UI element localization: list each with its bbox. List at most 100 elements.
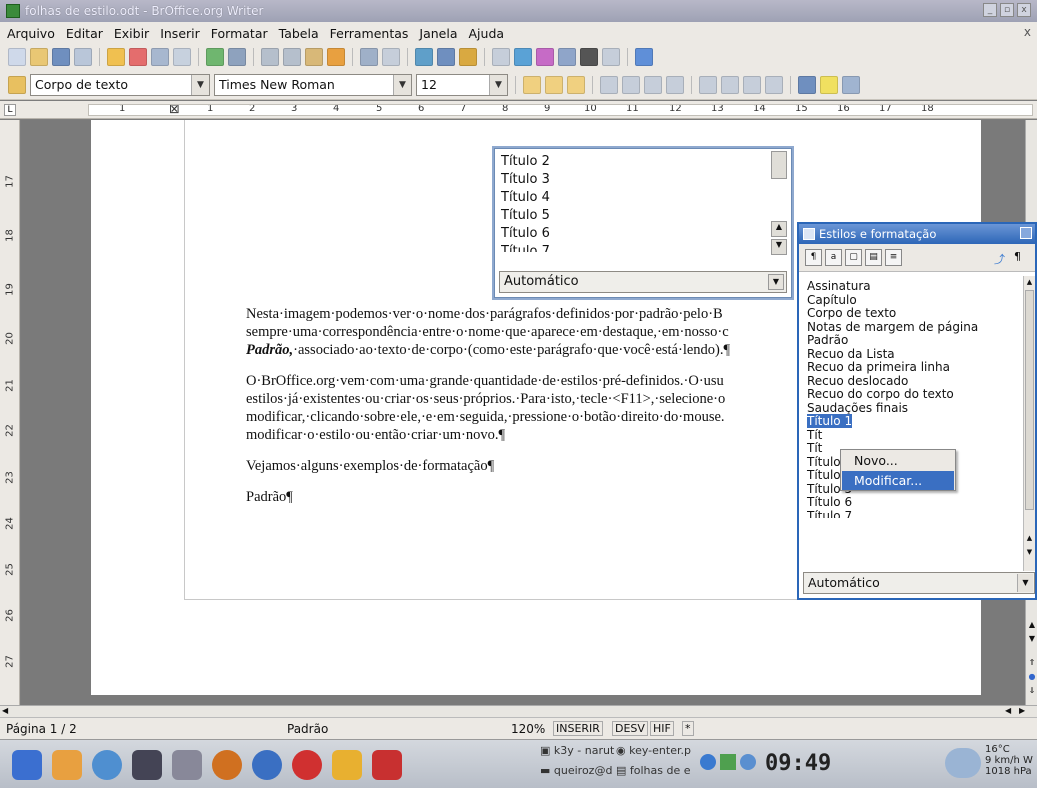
export-pdf-icon[interactable]: [129, 48, 147, 66]
email-icon[interactable]: [74, 48, 92, 66]
chevron-down-icon[interactable]: ▼: [393, 74, 411, 95]
browser-icon[interactable]: [92, 750, 122, 780]
menu-arquivo[interactable]: Arquivo: [4, 26, 63, 41]
paragraph-1-line-1[interactable]: Nesta·imagem·podemos·ver·o·nome·dos·pará…: [246, 305, 723, 323]
paragraph-1-line-2[interactable]: sempre·uma·correspondência·entre·o·nome·…: [246, 323, 729, 341]
scroll-right-icon[interactable]: ▶: [1019, 706, 1029, 715]
office-icon[interactable]: [372, 750, 402, 780]
background-color-icon[interactable]: [842, 75, 860, 94]
chevron-down-icon[interactable]: ▼: [489, 74, 507, 95]
scroll-up-icon[interactable]: ▲: [1024, 534, 1035, 544]
menu-ajuda[interactable]: Ajuda: [466, 26, 513, 41]
edit-file-icon[interactable]: [107, 48, 125, 66]
previous-page-icon[interactable]: ⇑: [1027, 658, 1037, 670]
scroll-left-icon[interactable]: ◀: [2, 706, 12, 715]
font-name-combo[interactable]: Times New Roman ▼: [214, 73, 412, 96]
navigation-icon[interactable]: ●: [1027, 672, 1037, 684]
home-icon[interactable]: [52, 750, 82, 780]
font-size-combo[interactable]: 12 ▼: [416, 73, 508, 96]
weather-widget[interactable]: 16°C 9 km/h W 1018 hPa: [985, 744, 1033, 777]
style-item-selected[interactable]: Título 1: [807, 414, 978, 429]
next-page-icon[interactable]: ⇓: [1027, 686, 1037, 698]
open-icon[interactable]: [30, 48, 48, 66]
menu-janela[interactable]: Janela: [416, 26, 465, 41]
selection-mode-indicator[interactable]: DESV: [612, 721, 648, 736]
close-panel-button[interactable]: [1020, 227, 1032, 239]
paragraph-4[interactable]: Padrão¶: [246, 488, 293, 506]
cut-icon[interactable]: [261, 48, 279, 66]
align-right-icon[interactable]: [644, 75, 662, 94]
save-icon[interactable]: [52, 48, 70, 66]
spellcheck-icon[interactable]: [206, 48, 224, 66]
style-item[interactable]: Padrão: [807, 333, 978, 348]
scroll-thumb[interactable]: [1025, 290, 1034, 510]
firefox-icon[interactable]: [212, 750, 242, 780]
menu-item-modificar[interactable]: Modificar...: [842, 471, 954, 490]
chat-icon[interactable]: [252, 750, 282, 780]
task-item[interactable]: ▬ queiroz@d: [540, 764, 612, 777]
styles-list-scrollbar[interactable]: ▲ ▲ ▼: [1023, 276, 1035, 571]
style-item[interactable]: Recuo da Lista: [807, 347, 978, 362]
list-styles-icon[interactable]: ≡: [885, 249, 902, 266]
character-styles-icon[interactable]: a: [825, 249, 842, 266]
menu-editar[interactable]: Editar: [63, 26, 111, 41]
task-item[interactable]: ▣ k3y - narut: [540, 744, 614, 757]
update-tray-icon[interactable]: [740, 754, 756, 770]
underline-icon[interactable]: [567, 75, 585, 94]
menu-formatar[interactable]: Formatar: [208, 26, 276, 41]
navigator-icon[interactable]: [514, 48, 532, 66]
scroll-down-icon[interactable]: ▼: [1024, 548, 1035, 558]
paragraph-styles-icon[interactable]: ¶: [805, 249, 822, 266]
hyperlink-mode-indicator[interactable]: HIF: [650, 721, 674, 736]
print-icon[interactable]: [151, 48, 169, 66]
menu-inserir[interactable]: Inserir: [157, 26, 208, 41]
zoom-icon[interactable]: [602, 48, 620, 66]
bold-icon[interactable]: [523, 75, 541, 94]
data-sources-icon[interactable]: [558, 48, 576, 66]
close-document-button[interactable]: x: [1024, 25, 1031, 39]
align-left-icon[interactable]: [600, 75, 618, 94]
gallery-icon[interactable]: [536, 48, 554, 66]
undo-icon[interactable]: [360, 48, 378, 66]
minimize-button[interactable]: _: [983, 3, 997, 17]
horizontal-scrollbar[interactable]: ◀ ◀ ▶: [0, 705, 1037, 717]
copy-icon[interactable]: [283, 48, 301, 66]
show-draw-functions-icon[interactable]: [459, 48, 477, 66]
page-styles-icon[interactable]: ▤: [865, 249, 882, 266]
menu-exibir[interactable]: Exibir: [111, 26, 157, 41]
autospellcheck-icon[interactable]: [228, 48, 246, 66]
paragraph-1-line-3[interactable]: Padrão,·associado·ao·texto·de·corpo·(com…: [246, 341, 730, 359]
italic-icon[interactable]: [545, 75, 563, 94]
style-item[interactable]: Recuo deslocado: [807, 374, 978, 389]
document-modified-indicator[interactable]: *: [682, 721, 694, 736]
paragraph-2-line-3[interactable]: modificar,·clicando·sobre·ele,·e·em·segu…: [246, 408, 725, 426]
terminal-icon[interactable]: [132, 750, 162, 780]
menu-tabela[interactable]: Tabela: [276, 26, 327, 41]
styles-formatting-panel[interactable]: Estilos e formatação ¶ a ▢ ▤ ≡ ⤴ ¶ Assin…: [797, 222, 1037, 600]
network-tray-icon[interactable]: [700, 754, 716, 770]
chevron-down-icon[interactable]: ▼: [1017, 574, 1033, 592]
scroll-up-icon[interactable]: ▲: [1024, 278, 1035, 288]
zoom-indicator[interactable]: 120%: [511, 722, 545, 736]
clock[interactable]: 09:49: [765, 751, 831, 776]
paste-icon[interactable]: [305, 48, 323, 66]
style-item[interactable]: Título 6: [807, 495, 978, 510]
style-filter-combo[interactable]: Automático ▼: [803, 572, 1035, 594]
style-item[interactable]: Título 7: [807, 510, 978, 518]
chevron-down-icon[interactable]: ▼: [191, 74, 209, 95]
page-style-indicator[interactable]: Padrão: [287, 722, 328, 736]
key-icon[interactable]: [332, 750, 362, 780]
increase-indent-icon[interactable]: [765, 75, 783, 94]
indent-marker[interactable]: ⊠: [169, 105, 180, 115]
hyperlink-icon[interactable]: [415, 48, 433, 66]
scroll-left-icon-end[interactable]: ◀: [1005, 706, 1015, 715]
justify-icon[interactable]: [666, 75, 684, 94]
close-window-button[interactable]: x: [1017, 3, 1031, 17]
frame-styles-icon[interactable]: ▢: [845, 249, 862, 266]
maximize-button[interactable]: ▫: [1000, 3, 1014, 17]
highlight-icon[interactable]: [820, 75, 838, 94]
styles-formatting-icon[interactable]: [8, 75, 26, 94]
help-icon[interactable]: [635, 48, 653, 66]
style-item[interactable]: Tít: [807, 428, 978, 443]
paragraph-2-line-2[interactable]: estilos·já·existentes·ou·criar·os·seus·p…: [246, 390, 725, 408]
